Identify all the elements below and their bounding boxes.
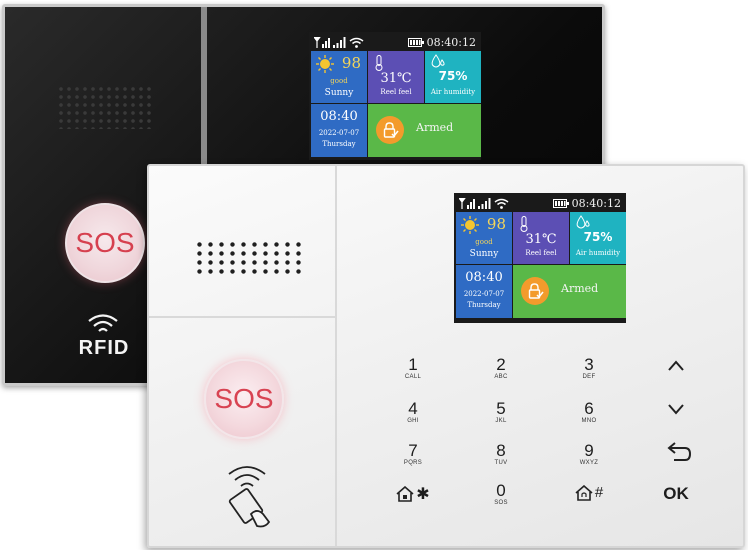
status-bar: 08:40:12 bbox=[456, 195, 624, 212]
key-6[interactable]: 6 MNO bbox=[569, 400, 609, 425]
lcd-screen-front: 08:40:12 98 good Sunny 31℃ Reel feel 75%… bbox=[454, 193, 626, 323]
thermometer-icon bbox=[520, 216, 528, 232]
key-7[interactable]: 7 PQRS bbox=[393, 442, 433, 467]
date-value: 2022-07-07 bbox=[463, 290, 505, 298]
rfid-label: RFID bbox=[78, 337, 130, 359]
panel-divider bbox=[335, 166, 337, 546]
key-arm-home[interactable]: # bbox=[569, 484, 609, 501]
panel-divider bbox=[149, 316, 336, 318]
weather-condition: Sunny bbox=[324, 88, 354, 98]
key-2[interactable]: 2 ABC bbox=[481, 356, 521, 381]
humidity-label: Air humidity bbox=[430, 88, 476, 96]
sun-icon bbox=[461, 216, 479, 234]
gsm-signal-icon bbox=[459, 198, 475, 209]
home-lock-icon bbox=[396, 486, 414, 502]
thermometer-icon bbox=[375, 55, 383, 71]
battery-icon bbox=[407, 38, 424, 47]
weather-quality: good bbox=[330, 77, 348, 85]
ok-button[interactable]: OK bbox=[656, 484, 696, 504]
temperature-label: Reel feel bbox=[380, 88, 412, 96]
wifi-icon bbox=[494, 198, 509, 209]
signal-bars-icon bbox=[478, 198, 491, 209]
sos-button[interactable]: SOS bbox=[204, 359, 284, 439]
alarm-status-tile: Armed bbox=[513, 265, 626, 318]
rfid-icon bbox=[88, 314, 118, 332]
key-0[interactable]: 0 SOS bbox=[481, 482, 521, 507]
home-icon bbox=[575, 484, 593, 501]
product-photo: SOS RFID 08:40:12 98 good Sunny 31℃ Reel… bbox=[0, 0, 748, 550]
sos-button[interactable]: SOS bbox=[65, 203, 145, 283]
day-value: Thursday bbox=[322, 140, 356, 148]
lcd-screen-back: 08:40:12 98 good Sunny 31℃ Reel feel 75%… bbox=[309, 32, 481, 160]
key-9[interactable]: 9 WXYZ bbox=[569, 442, 609, 467]
datetime-tile: 08:40 2022-07-07 Thursday bbox=[311, 104, 367, 157]
key-8[interactable]: 8 TUV bbox=[481, 442, 521, 467]
humidity-value: 75% bbox=[583, 230, 613, 244]
weather-tile: 98 good Sunny bbox=[311, 51, 367, 103]
key-1[interactable]: 1 CALL bbox=[393, 356, 433, 381]
time-value: 08:40 bbox=[320, 109, 358, 124]
alarm-status-tile: Armed bbox=[368, 104, 481, 157]
weather-condition: Sunny bbox=[469, 249, 499, 259]
white-alarm-panel: SOS 1 CALL 2 ABC 3 DEF 4 GHI 5 JKL 6 MNO… bbox=[147, 164, 745, 548]
alarm-status-text: Armed bbox=[561, 282, 599, 295]
speaker-grille bbox=[57, 85, 153, 129]
up-arrow-icon[interactable] bbox=[656, 358, 696, 372]
time-value: 08:40 bbox=[465, 270, 503, 285]
speaker-grille bbox=[194, 240, 302, 278]
clock: 08:40:12 bbox=[571, 197, 621, 210]
date-value: 2022-07-07 bbox=[318, 129, 360, 137]
humidity-tile: 75% Air humidity bbox=[425, 51, 481, 103]
rfid-card-icon bbox=[228, 466, 271, 528]
humidity-tile: 75% Air humidity bbox=[570, 212, 626, 264]
signal-bars-icon bbox=[333, 37, 346, 48]
key-5[interactable]: 5 JKL bbox=[481, 400, 521, 425]
key-3[interactable]: 3 DEF bbox=[569, 356, 609, 381]
temperature-value: 31℃ bbox=[380, 71, 412, 86]
down-arrow-icon[interactable] bbox=[656, 402, 696, 416]
droplet-icon bbox=[576, 215, 590, 229]
battery-icon bbox=[552, 199, 569, 208]
humidity-label: Air humidity bbox=[575, 249, 621, 257]
sun-icon bbox=[316, 55, 334, 73]
humidity-value: 75% bbox=[438, 69, 468, 83]
temperature-label: Reel feel bbox=[525, 249, 557, 257]
weather-tile: 98 good Sunny bbox=[456, 212, 512, 264]
weather-score: 98 bbox=[341, 54, 361, 72]
lock-check-icon bbox=[376, 116, 404, 144]
datetime-tile: 08:40 2022-07-07 Thursday bbox=[456, 265, 512, 318]
weather-score: 98 bbox=[486, 215, 506, 233]
lock-check-icon bbox=[521, 277, 549, 305]
alarm-status-text: Armed bbox=[416, 121, 454, 134]
temperature-tile: 31℃ Reel feel bbox=[368, 51, 424, 103]
key-arm-away[interactable]: ✱ bbox=[393, 484, 433, 504]
weather-quality: good bbox=[475, 238, 493, 246]
clock: 08:40:12 bbox=[426, 36, 476, 49]
temperature-tile: 31℃ Reel feel bbox=[513, 212, 569, 264]
day-value: Thursday bbox=[467, 301, 501, 309]
back-arrow-icon[interactable] bbox=[656, 441, 696, 463]
temperature-value: 31℃ bbox=[525, 232, 557, 247]
wifi-icon bbox=[349, 37, 364, 48]
status-bar: 08:40:12 bbox=[311, 34, 479, 51]
gsm-signal-icon bbox=[314, 37, 330, 48]
key-4[interactable]: 4 GHI bbox=[393, 400, 433, 425]
droplet-icon bbox=[431, 54, 445, 68]
